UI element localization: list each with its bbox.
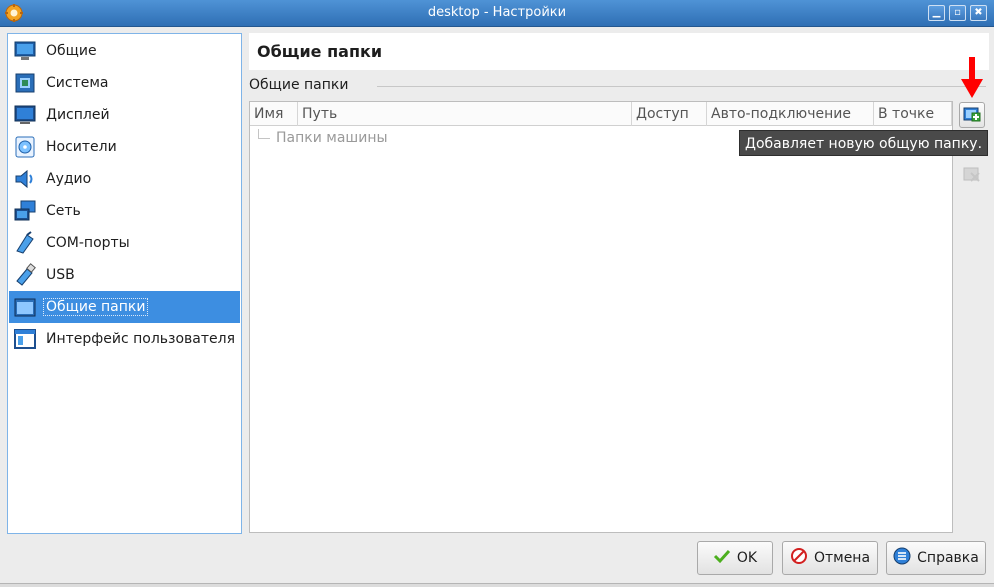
group-divider: [377, 86, 986, 87]
sidebar-item-label: USB: [46, 267, 75, 283]
help-button[interactable]: Справка: [886, 541, 986, 575]
sidebar-item-general[interactable]: Общие: [9, 35, 240, 67]
ok-button[interactable]: OK: [697, 541, 773, 575]
checkmark-icon: [713, 548, 731, 568]
sidebar-item-system[interactable]: Система: [9, 67, 240, 99]
shared-folders-table[interactable]: Имя Путь Доступ Авто-подключение В точке…: [249, 101, 953, 533]
network-icon: [12, 198, 38, 224]
sidebar-item-label: Аудио: [46, 171, 92, 187]
window-bottom-edge: [0, 583, 994, 587]
sidebar-item-label: COM-порты: [46, 235, 130, 251]
close-icon: ✖: [974, 7, 983, 18]
close-button[interactable]: ✖: [970, 5, 987, 21]
minimize-icon: ▁: [932, 7, 941, 18]
table-header: Имя Путь Доступ Авто-подключение В точке: [250, 102, 952, 126]
remove-shared-folder-button[interactable]: [959, 162, 985, 188]
column-header-auto-mount[interactable]: Авто-подключение: [707, 102, 874, 126]
remove-folder-icon: [963, 164, 981, 186]
system-chip-icon: [12, 70, 38, 96]
add-folder-icon: [963, 104, 981, 126]
sidebar-item-label: Система: [46, 75, 109, 91]
column-header-path[interactable]: Путь: [298, 102, 632, 126]
settings-sidebar: Общие Система Дисплей Носители Аудио Сет…: [7, 33, 242, 534]
group-label: Общие папки: [249, 77, 349, 93]
page-header: Общие папки: [249, 33, 989, 70]
general-monitor-icon: [12, 38, 38, 64]
window-title: desktop - Настройки: [427, 5, 567, 20]
cancel-button[interactable]: Отмена: [782, 541, 878, 575]
red-arrow-annotation: [961, 57, 983, 98]
ok-label: OK: [736, 550, 758, 566]
page-title: Общие папки: [257, 42, 383, 61]
sidebar-item-network[interactable]: Сеть: [9, 195, 240, 227]
sidebar-item-label: Дисплей: [46, 107, 110, 123]
sidebar-item-label: Общие: [46, 43, 97, 59]
tree-branch-line: [258, 129, 270, 139]
maximize-icon: ▫: [954, 7, 961, 18]
audio-speaker-icon: [12, 166, 38, 192]
sidebar-item-display[interactable]: Дисплей: [9, 99, 240, 131]
serial-port-icon: [12, 230, 38, 256]
cancel-label: Отмена: [813, 550, 871, 566]
help-icon: [893, 547, 911, 569]
minimize-button[interactable]: ▁: [928, 5, 945, 21]
sidebar-item-com-ports[interactable]: COM-порты: [9, 227, 240, 259]
sidebar-item-audio[interactable]: Аудио: [9, 163, 240, 195]
column-header-access[interactable]: Доступ: [632, 102, 707, 126]
sidebar-item-label: Интерфейс пользователя: [46, 331, 236, 347]
display-icon: [12, 102, 38, 128]
sidebar-item-label: Сеть: [46, 203, 81, 219]
cancel-icon: [790, 547, 808, 569]
sidebar-item-label: Общие папки: [43, 298, 149, 316]
shared-folder-icon: [12, 294, 38, 320]
column-header-name[interactable]: Имя: [250, 102, 298, 126]
sidebar-item-shared-folders[interactable]: Общие папки: [9, 291, 240, 323]
table-row[interactable]: Папки машины: [276, 130, 388, 146]
sidebar-item-label: Носители: [46, 139, 117, 155]
add-shared-folder-button[interactable]: [959, 102, 985, 128]
sidebar-item-storage[interactable]: Носители: [9, 131, 240, 163]
title-bar: desktop - Настройки ▁ ▫ ✖: [0, 0, 994, 27]
column-header-mount-point[interactable]: В точке: [874, 102, 952, 126]
help-label: Справка: [917, 550, 979, 566]
sidebar-item-user-interface[interactable]: Интерфейс пользователя: [9, 323, 240, 355]
user-interface-icon: [12, 326, 38, 352]
storage-disc-icon: [12, 134, 38, 160]
maximize-button[interactable]: ▫: [949, 5, 966, 21]
usb-icon: [12, 262, 38, 288]
tooltip: Добавляет новую общую папку.: [739, 130, 989, 156]
sidebar-item-usb[interactable]: USB: [9, 259, 240, 291]
